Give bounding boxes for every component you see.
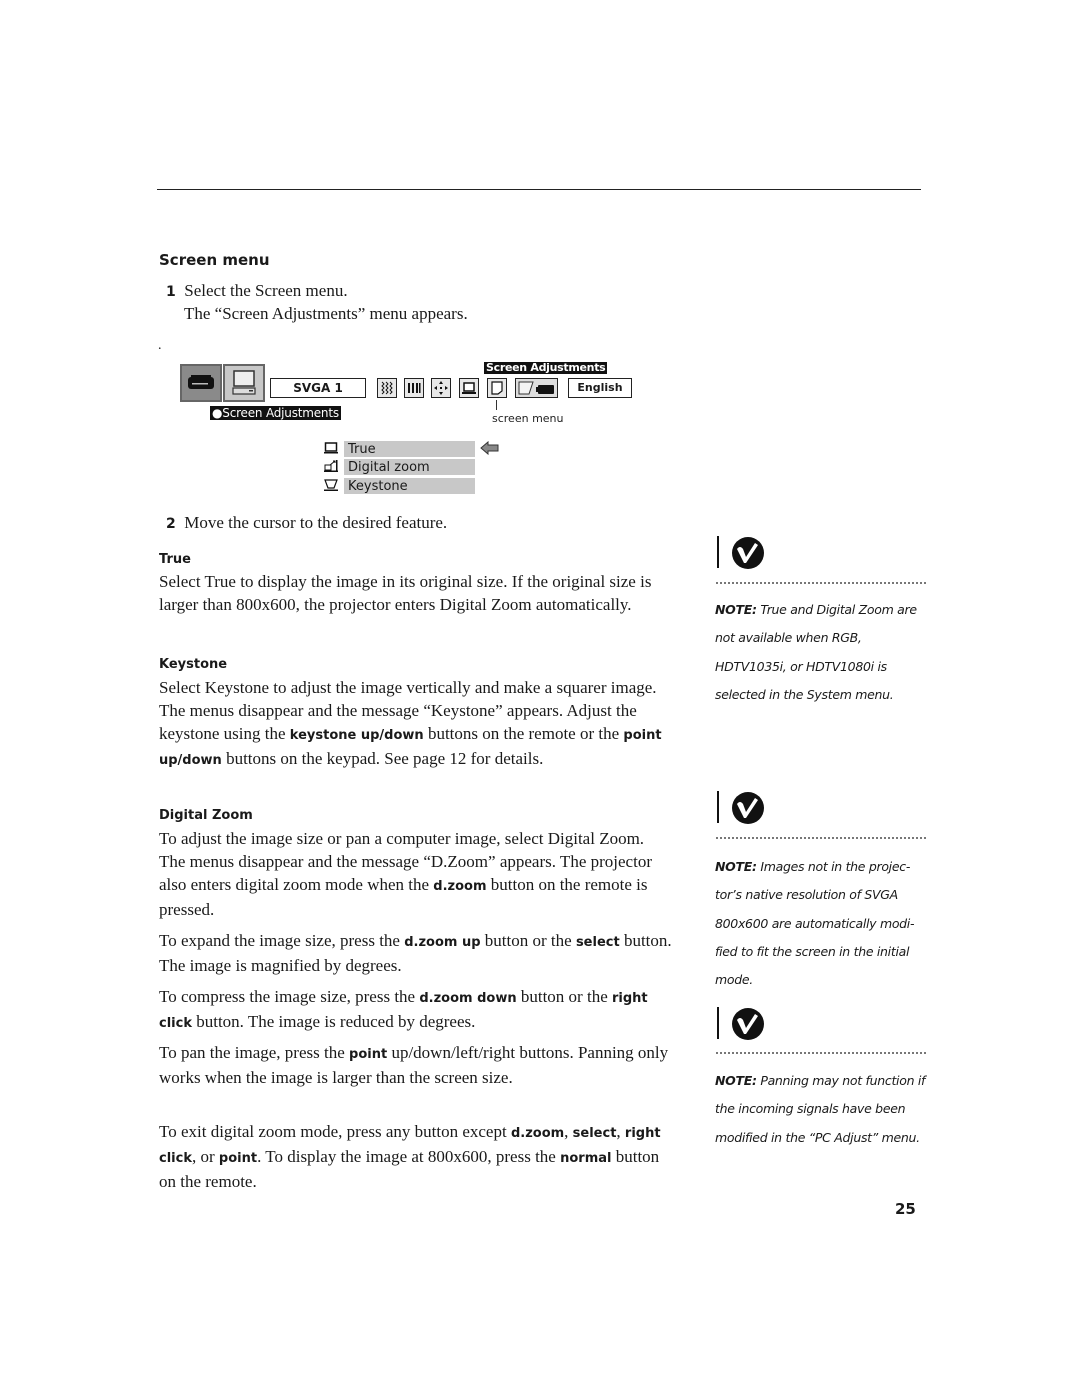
projector-icon[interactable] bbox=[180, 364, 222, 402]
keyword: point bbox=[349, 1047, 388, 1062]
step-1-result: The “Screen Adjustments” menu appears. bbox=[184, 304, 468, 323]
paragraph-keystone: Select Keystone to adjust the image vert… bbox=[159, 678, 662, 768]
keyword: normal bbox=[560, 1151, 612, 1166]
setting-icon[interactable] bbox=[515, 378, 558, 398]
step-number: 1 bbox=[166, 284, 176, 300]
keyword: d.zoom bbox=[433, 879, 487, 894]
header-rule bbox=[157, 189, 921, 190]
screen-icon[interactable] bbox=[459, 378, 479, 398]
language-label[interactable]: English bbox=[568, 378, 632, 398]
keyword: select bbox=[572, 1126, 617, 1141]
paragraph-digital-zoom-5: To exit digital zoom mode, press any but… bbox=[159, 1122, 661, 1191]
keyword: d.zoom up bbox=[404, 935, 481, 950]
note-check-icon bbox=[716, 1006, 766, 1042]
pointer-arrow-icon bbox=[480, 440, 500, 456]
computer-icon[interactable] bbox=[223, 364, 265, 402]
sound-icon[interactable] bbox=[404, 378, 424, 398]
step-text: Select the Screen menu. bbox=[184, 281, 348, 300]
step-2: 2 Move the cursor to the desired feature… bbox=[166, 511, 447, 536]
menu-item-true[interactable]: True bbox=[344, 441, 475, 458]
screen-menu-icon[interactable] bbox=[487, 378, 507, 398]
keyword: point bbox=[218, 1151, 258, 1166]
page-number: 25 bbox=[895, 1200, 916, 1218]
section-title: Screen menu bbox=[159, 251, 270, 269]
true-size-icon bbox=[324, 441, 338, 454]
paragraph-digital-zoom-4: To pan the image, press the point up/dow… bbox=[159, 1043, 669, 1087]
callout-label: screen menu bbox=[492, 412, 564, 425]
note-1: NOTE: True and Digital Zoom are not avai… bbox=[715, 602, 917, 702]
keyword: keystone up/down bbox=[289, 728, 424, 743]
keyword: select bbox=[575, 935, 620, 950]
paragraph-true: Select True to display the image in its … bbox=[159, 572, 652, 614]
note-divider bbox=[716, 582, 926, 584]
note-check-icon bbox=[716, 790, 766, 826]
note-check-icon bbox=[716, 535, 766, 571]
paragraph-digital-zoom-2: To expand the image size, press the d.zo… bbox=[159, 931, 672, 975]
keyword: d.zoom bbox=[510, 1126, 565, 1141]
heading-digital-zoom: Digital Zoom bbox=[159, 808, 253, 823]
stray-mark: . bbox=[158, 338, 162, 353]
source-label[interactable]: SVGA 1 bbox=[270, 378, 366, 398]
menu-item-digital-zoom[interactable]: Digital zoom bbox=[344, 459, 475, 476]
keystone-icon bbox=[324, 478, 338, 491]
paragraph-digital-zoom-3: To compress the image size, press the d.… bbox=[159, 987, 648, 1031]
note-divider bbox=[716, 1052, 926, 1054]
paragraph-digital-zoom-1: To adjust the image size or pan a comput… bbox=[159, 829, 652, 919]
osd-menu-title: Screen Adjustments bbox=[484, 361, 608, 374]
note-2: NOTE: Images not in the projec- tor’s na… bbox=[715, 859, 915, 988]
image-adjust-icon[interactable] bbox=[377, 378, 397, 398]
keyword: d.zoom down bbox=[419, 991, 517, 1006]
step-number: 2 bbox=[166, 516, 176, 532]
note-3: NOTE: Panning may not function if the in… bbox=[715, 1073, 926, 1145]
menu-item-keystone[interactable]: Keystone bbox=[344, 478, 475, 495]
osd-submenu-title: ●Screen Adjustments bbox=[210, 406, 341, 420]
position-icon[interactable] bbox=[431, 378, 451, 398]
heading-true: True bbox=[159, 552, 191, 567]
step-text: Move the cursor to the desired feature. bbox=[184, 513, 448, 532]
digital-zoom-icon bbox=[324, 459, 338, 472]
heading-keystone: Keystone bbox=[159, 657, 228, 672]
note-divider bbox=[716, 837, 926, 839]
step-1: 1 Select the Screen menu. bbox=[166, 279, 348, 304]
callout-line bbox=[496, 400, 497, 410]
